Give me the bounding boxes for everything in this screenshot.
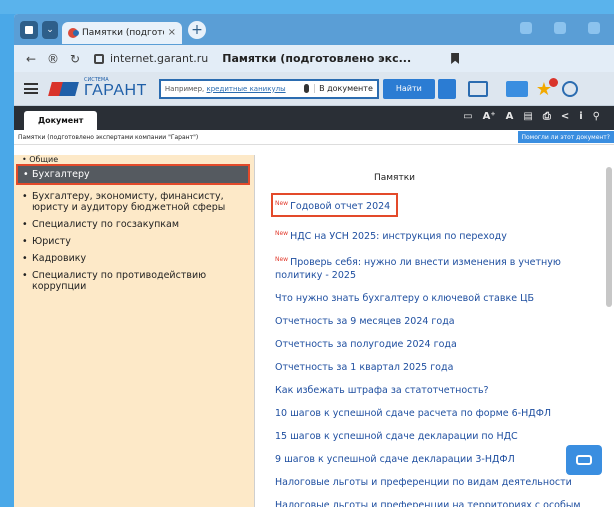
browser-window: ⌄ Памятки (подготовле × + ← ® ↻ internet… — [14, 14, 614, 507]
new-badge: New — [275, 256, 289, 264]
window-minimize-icon[interactable] — [520, 22, 532, 34]
sidebar-item-anticorruption[interactable]: Специалисту по противодействию коррупции — [14, 267, 254, 295]
memo-link-text: НДС на УСН 2025: инструкция по переходу — [290, 231, 507, 243]
background-strip — [0, 0, 614, 14]
memo-link-text: Отчетность за 1 квартал 2025 года — [275, 362, 454, 374]
back-arrow-icon[interactable]: ← — [22, 52, 40, 66]
new-tab-button[interactable]: + — [188, 20, 206, 39]
tab-document[interactable]: Документ — [24, 111, 98, 130]
memo-link-text: Что нужно знать бухгалтеру о ключевой ст… — [275, 293, 534, 305]
memo-link-text: 9 шагов к успешной сдаче декларации 3-НД… — [275, 454, 515, 466]
memo-link[interactable]: 10 шагов к успешной сдаче расчета по фор… — [275, 407, 595, 420]
document-tab-row: Документ ▭ A⁺ A ▤ ⎙ < i ⚲ — [14, 106, 614, 130]
memo-link-text: Годовой отчет 2024 — [290, 201, 391, 213]
feedback-button[interactable]: Помогли ли этот документ? — [517, 131, 614, 143]
history-icon[interactable]: ® — [44, 52, 62, 66]
window-maximize-icon[interactable] — [554, 22, 566, 34]
document-compare-icon[interactable] — [467, 80, 488, 97]
sidebar-item-budget[interactable]: Бухгалтеру, экономисту, финансисту, юрис… — [14, 188, 254, 216]
memo-link[interactable]: 9 шагов к успешной сдаче декларации 3-НД… — [275, 453, 595, 466]
memo-list: New Годовой отчет 2024 New НДС на УСН 2025:… — [271, 193, 614, 507]
sidebar-item-general[interactable]: • Общие — [14, 155, 254, 164]
scrollbar[interactable] — [606, 167, 612, 307]
browser-tab[interactable]: Памятки (подготовле × — [62, 21, 182, 44]
window-close-icon[interactable] — [588, 22, 600, 34]
notification-badge — [549, 77, 559, 87]
tab-title: Памятки (подготовле — [82, 27, 164, 38]
microphone-icon[interactable] — [304, 84, 310, 93]
find-button[interactable]: Найти — [382, 78, 435, 99]
workspace-icon[interactable] — [20, 20, 38, 39]
document-header-text: Памятки (подготовлено экспертами компани… — [18, 133, 199, 141]
font-increase-icon[interactable]: A⁺ — [483, 111, 496, 122]
memo-link[interactable]: Отчетность за полугодие 2024 года — [275, 338, 595, 351]
new-badge: New — [275, 200, 289, 207]
garant-toolbar: СИСТЕМА ГАРАНТ Например, кредитные каник… — [14, 72, 614, 106]
history-clock-icon[interactable] — [562, 80, 579, 97]
favorites-star-icon[interactable]: ★ — [536, 77, 559, 98]
main-pane: Памятки New Годовой отчет 2024 New НДС на У… — [255, 155, 614, 507]
memo-link-text: Как избежать штрафа за статотчетность? — [275, 385, 489, 397]
memo-link[interactable]: Что нужно знать бухгалтеру о ключевой ст… — [275, 292, 595, 305]
menu-icon[interactable] — [24, 83, 38, 94]
memo-link[interactable]: Налоговые льготы и преференции по видам … — [275, 476, 595, 489]
document-header: Памятки (подготовлено экспертами компани… — [14, 130, 614, 145]
lock-icon — [94, 53, 104, 64]
garant-logo[interactable]: СИСТЕМА ГАРАНТ — [48, 78, 147, 99]
share-icon[interactable]: < — [561, 111, 569, 122]
edit-icon[interactable]: ▭ — [463, 111, 472, 122]
reload-icon[interactable]: ↻ — [66, 52, 84, 66]
page-title: Памятки (подготовлено экс... — [222, 52, 412, 65]
document-tools: ▭ A⁺ A ▤ ⎙ < i ⚲ — [463, 111, 600, 122]
save-icon[interactable]: ▤ — [523, 111, 532, 122]
memo-link-text: Отчетность за полугодие 2024 года — [275, 339, 457, 351]
logo-mark-icon — [48, 80, 80, 98]
sidebar: • Общие Бухгалтеру Бухгалтеру, экономист… — [14, 155, 254, 507]
url-field[interactable]: internet.garant.ru — [110, 52, 208, 65]
memo-link-text: 15 шагов к успешной сдаче декларации по … — [275, 431, 518, 443]
new-badge: New — [275, 230, 289, 238]
memo-link[interactable]: Отчетность за 9 месяцев 2024 года — [275, 315, 595, 328]
font-decrease-icon[interactable]: A — [506, 111, 514, 122]
messages-icon[interactable] — [505, 80, 528, 97]
browser-tab-bar: ⌄ Памятки (подготовле × + — [14, 14, 614, 45]
memo-link[interactable]: New Проверь себя: нужно ли внести изменен… — [275, 253, 595, 282]
chevron-down-icon[interactable]: ⌄ — [42, 20, 58, 39]
search-scope-select[interactable]: В документе — [314, 84, 373, 93]
sidebar-item-procurement[interactable]: Специалисту по госзакупкам — [14, 216, 254, 233]
print-icon[interactable]: ⎙ — [543, 111, 551, 122]
sidebar-item-accountant[interactable]: Бухгалтеру — [16, 164, 250, 185]
memo-link[interactable]: 15 шагов к успешной сдаче декларации по … — [275, 430, 595, 443]
logo-big-text: ГАРАНТ — [84, 82, 147, 99]
memo-link-text: 10 шагов к успешной сдаче расчета по фор… — [275, 408, 552, 420]
close-tab-icon[interactable]: × — [168, 27, 176, 38]
memo-link[interactable]: Отчетность за 1 квартал 2025 года — [275, 361, 595, 374]
pin-icon[interactable]: ⚲ — [593, 111, 600, 122]
memo-link-text: Проверь себя: нужно ли внести изменения … — [275, 257, 561, 282]
memo-link-text: Налоговые льготы и преференции на террит… — [275, 500, 581, 507]
chat-icon — [576, 455, 592, 465]
memo-link[interactable]: Как избежать штрафа за статотчетность? — [275, 384, 595, 397]
search-input[interactable]: Например, кредитные каникулы В документе — [158, 78, 379, 99]
search-placeholder: Например, кредитные каникулы — [164, 84, 286, 93]
memo-link[interactable]: Налоговые льготы и преференции на террит… — [275, 499, 595, 507]
sidebar-item-lawyer[interactable]: Юристу — [14, 233, 254, 250]
memo-link[interactable]: New Годовой отчет 2024 — [271, 193, 399, 218]
chat-button[interactable] — [566, 445, 602, 475]
window-controls — [520, 22, 600, 34]
memo-link[interactable]: New НДС на УСН 2025: инструкция по перехо… — [275, 227, 595, 243]
memo-link-text: Отчетность за 9 месяцев 2024 года — [275, 316, 455, 328]
section-title: Памятки — [373, 173, 415, 183]
sidebar-item-hr[interactable]: Кадровику — [14, 250, 254, 267]
document-content: • Общие Бухгалтеру Бухгалтеру, экономист… — [14, 155, 614, 507]
bookmark-icon[interactable] — [451, 53, 460, 64]
memo-link-text: Налоговые льготы и преференции по видам … — [275, 477, 572, 489]
search-options-button[interactable] — [437, 78, 456, 99]
garant-favicon-icon — [68, 27, 79, 38]
info-icon[interactable]: i — [579, 111, 582, 122]
address-bar: ← ® ↻ internet.garant.ru Памятки (подгот… — [14, 45, 614, 72]
